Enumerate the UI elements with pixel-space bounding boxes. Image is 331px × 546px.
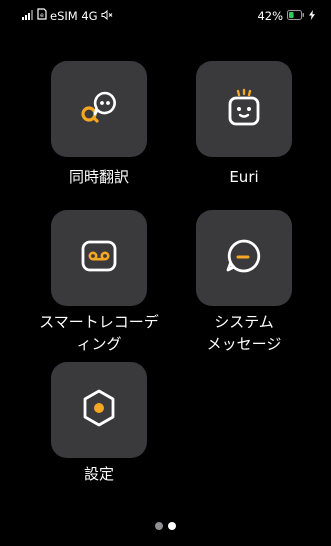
system-message-icon xyxy=(224,236,264,280)
battery-icon xyxy=(287,8,305,24)
app-label-system-message: システム メッセージ xyxy=(179,311,309,355)
app-label-smart-recording-line2: ィング xyxy=(76,335,122,353)
app-settings-button[interactable] xyxy=(51,362,147,458)
status-right: 42% xyxy=(257,8,315,24)
page-dot-1[interactable] xyxy=(155,522,163,530)
translation-bubbles-icon xyxy=(75,87,123,131)
app-system-message-button[interactable] xyxy=(196,210,292,306)
app-label-system-message-line2: メッセージ xyxy=(206,335,282,353)
signal-icon xyxy=(22,8,34,24)
charging-icon xyxy=(309,8,315,24)
app-label-settings: 設定 xyxy=(83,465,114,483)
app-label-smart-recording: スマートレコーデ ィング xyxy=(34,311,164,355)
status-bar: e eSIM 4G 42% xyxy=(0,0,331,36)
page-indicator[interactable] xyxy=(155,522,176,530)
app-label-simultaneous-translation: 同時翻訳 xyxy=(68,168,129,186)
euri-robot-icon xyxy=(224,87,264,131)
app-label-system-message-line1: システム xyxy=(214,313,274,331)
app-label-euri: Euri xyxy=(229,168,259,186)
settings-hexagon-icon xyxy=(81,388,117,432)
app-simultaneous-translation-button[interactable] xyxy=(51,61,147,157)
carrier-label: eSIM 4G xyxy=(50,9,98,23)
mute-icon xyxy=(101,8,113,24)
page-dot-2[interactable] xyxy=(168,522,176,530)
esim-icon: e xyxy=(37,8,47,24)
svg-text:e: e xyxy=(40,12,44,19)
status-left: e eSIM 4G xyxy=(22,8,113,24)
app-label-smart-recording-line1: スマートレコーデ xyxy=(39,313,159,331)
app-euri-button[interactable] xyxy=(196,61,292,157)
voice-recorder-icon xyxy=(79,238,119,278)
battery-percent: 42% xyxy=(257,9,283,23)
app-smart-recording-button[interactable] xyxy=(51,210,147,306)
